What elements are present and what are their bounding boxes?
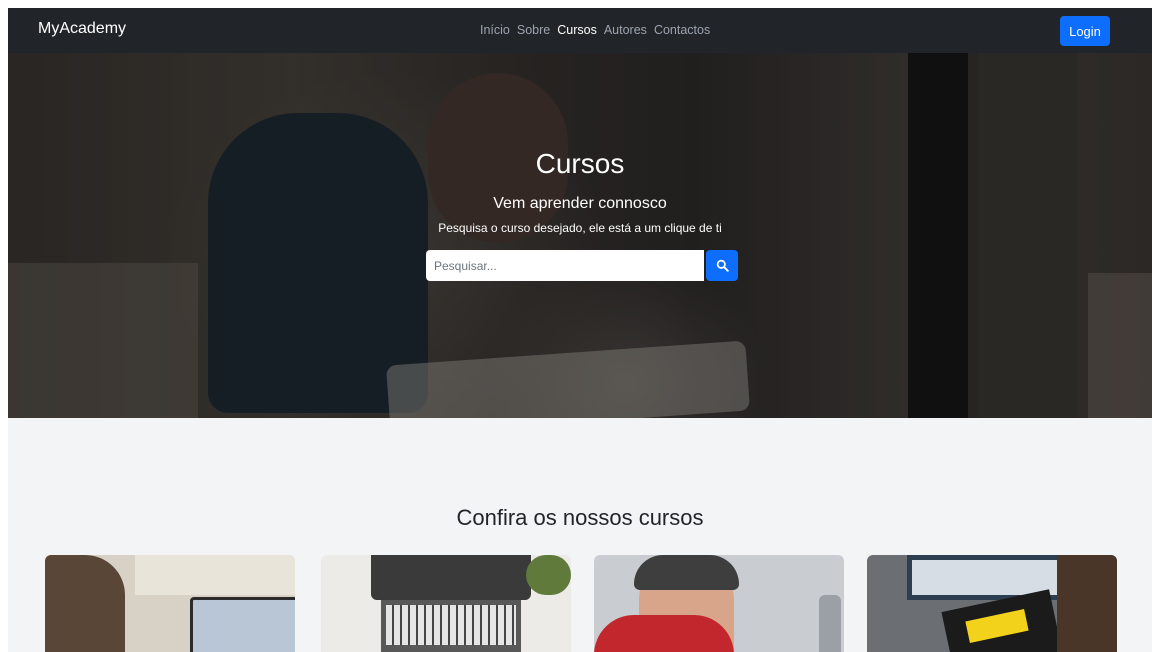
search-button[interactable] (706, 250, 738, 281)
course-card-image-2[interactable] (321, 555, 571, 652)
nav-link-sobre[interactable]: Sobre (517, 23, 550, 37)
nav-link-inicio[interactable]: Início (480, 23, 510, 37)
hero-banner: Cursos Vem aprender connosco Pesquisa o … (8, 53, 1152, 418)
nav-link-autores[interactable]: Autores (604, 23, 647, 37)
course-card-image-1[interactable] (45, 555, 295, 652)
hero-title: Cursos (535, 148, 625, 179)
course-card-image-3[interactable] (594, 555, 844, 652)
hero-overlay (8, 53, 1152, 418)
nav-link-contactos[interactable]: Contactos (654, 23, 710, 37)
nav-links: Início Sobre Cursos Autores Contactos (480, 23, 710, 37)
search-input[interactable] (426, 250, 704, 281)
navbar: MyAcademy Início Sobre Cursos Autores Co… (8, 8, 1152, 53)
login-button[interactable]: Login (1060, 16, 1110, 46)
page-frame: MyAcademy Início Sobre Cursos Autores Co… (8, 8, 1152, 652)
hero-subtitle: Vem aprender connosco (493, 195, 667, 212)
brand-logo[interactable]: MyAcademy (38, 20, 126, 38)
courses-section-title: Confira os nossos cursos (456, 505, 704, 530)
nav-link-cursos[interactable]: Cursos (557, 23, 597, 37)
search-icon (716, 259, 729, 272)
course-card-image-4[interactable] (867, 555, 1117, 652)
hero-description: Pesquisa o curso desejado, ele está a um… (438, 221, 722, 235)
